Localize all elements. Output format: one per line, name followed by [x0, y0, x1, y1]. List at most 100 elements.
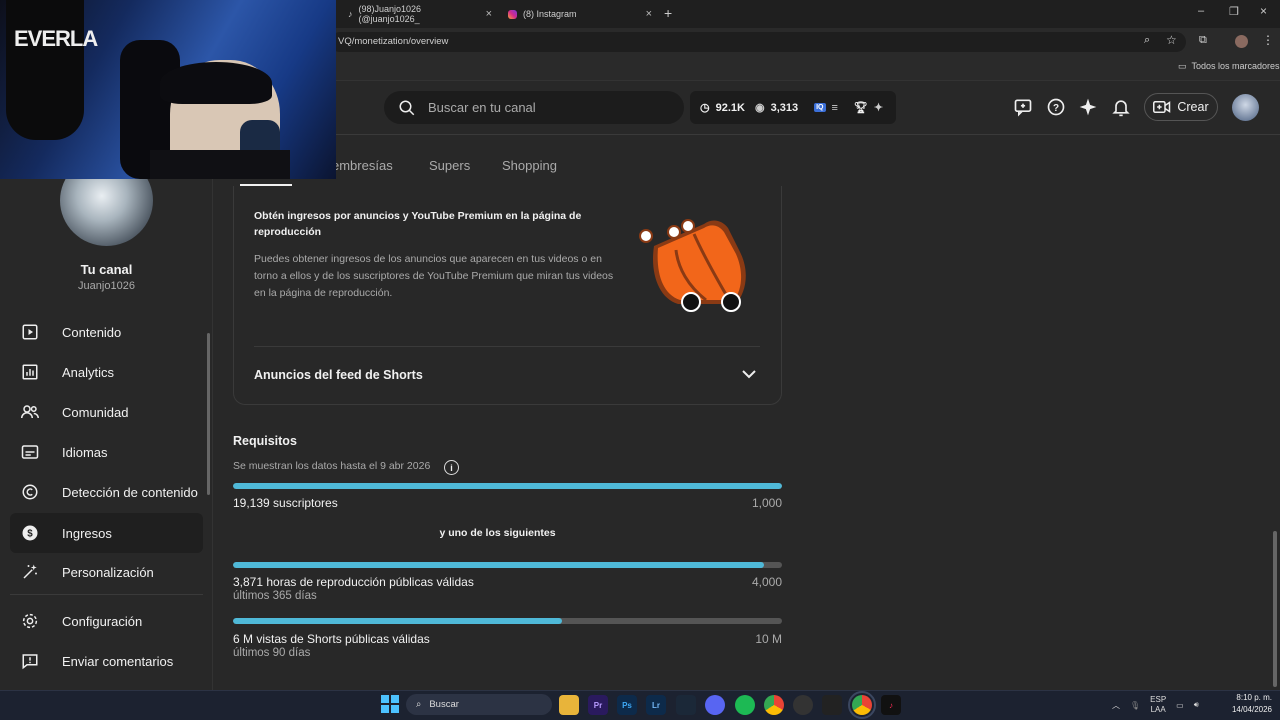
subscribers-label: 19,139 suscriptores	[233, 496, 338, 510]
language-indicator[interactable]: ESP LAA	[1150, 695, 1166, 715]
close-tab-icon[interactable]: ×	[486, 8, 492, 20]
sidebar-item-ingresos[interactable]: $ Ingresos	[10, 513, 203, 553]
obs-icon[interactable]	[793, 695, 813, 715]
copyright-icon	[20, 482, 40, 502]
shorts-views-target: 10 M	[755, 632, 782, 646]
info-icon[interactable]: i	[444, 460, 459, 475]
new-tab-icon[interactable]: +	[664, 5, 672, 21]
sidebar-scrollbar[interactable]	[207, 333, 210, 495]
sidebar-item-label: Enviar comentarios	[62, 653, 174, 669]
requirements-title: Requisitos	[233, 434, 297, 448]
url-field[interactable]: VQ/monetization/overview	[330, 32, 1186, 52]
clock-time: 8:10 p. m.	[1236, 693, 1272, 702]
language-code: ESP	[1150, 695, 1167, 704]
chrome-active-icon[interactable]	[848, 691, 876, 719]
extensions-icon[interactable]: ⧉	[1199, 34, 1207, 47]
sidebar-item-personalizacion[interactable]: Personalización	[10, 552, 203, 592]
add-comment-icon[interactable]	[1012, 96, 1034, 118]
trophy-icon: 🏆︎	[853, 102, 868, 114]
svg-text:$: $	[27, 528, 33, 539]
more-menu-icon[interactable]: ⋮	[1262, 33, 1274, 47]
file-explorer-icon[interactable]	[559, 695, 579, 715]
steam-icon[interactable]	[676, 695, 696, 715]
bookmarks-folder[interactable]: ▭ Todos los marcadores	[1178, 61, 1280, 72]
maximize-icon[interactable]: ❐	[1229, 5, 1239, 18]
chrome-icon[interactable]	[764, 695, 784, 715]
sidebar-item-configuracion[interactable]: Configuración	[10, 601, 203, 641]
taskbar-search[interactable]: ⌕ Buscar	[406, 694, 552, 715]
video-add-icon	[1153, 101, 1171, 113]
sidebar-item-idiomas[interactable]: Idiomas	[10, 432, 203, 472]
browser-tab-instagram[interactable]: (8) Instagram ×	[500, 4, 660, 24]
tiktok-icon: ♪	[348, 9, 353, 19]
dollar-icon: $	[20, 523, 40, 543]
sidebar-divider	[10, 594, 203, 595]
microphone-icon[interactable]: 🎙︎	[1130, 701, 1140, 710]
watch-hours-label: 3,871 horas de reproducción públicas vál…	[233, 575, 474, 589]
account-avatar[interactable]	[1232, 94, 1259, 121]
system-tray: ︿ 🎙︎ ESP LAA ▭ 🔊︎	[1112, 692, 1199, 718]
premiere-icon[interactable]: Pr	[588, 695, 608, 715]
card-title: Obtén ingresos por anuncios y YouTube Pr…	[254, 210, 582, 238]
photoshop-icon[interactable]: Ps	[617, 695, 637, 715]
close-window-icon[interactable]: ×	[1260, 4, 1267, 18]
clock[interactable]: 8:10 p. m. 14/04/2026	[1222, 692, 1272, 716]
app-icon[interactable]	[822, 695, 842, 715]
bookmarks-folder-label: Todos los marcadores	[1191, 61, 1280, 71]
sidebar-item-comunidad[interactable]: Comunidad	[10, 392, 203, 432]
magic-wand-icon	[20, 562, 40, 582]
taskbar	[0, 690, 1280, 720]
search-input[interactable]: Buscar en tu canal	[384, 91, 684, 124]
instagram-icon	[508, 9, 517, 19]
windows-start-icon[interactable]	[381, 695, 399, 713]
help-icon[interactable]: ?	[1045, 96, 1067, 118]
sidebar-item-deteccion[interactable]: Detección de contenido	[10, 472, 203, 512]
sidebar-item-label: Contenido	[62, 324, 122, 340]
subtitles-icon	[20, 442, 40, 462]
shorts-views-progress-bar	[233, 618, 782, 624]
zoom-icon[interactable]: ⌕	[1144, 34, 1150, 47]
channel-title: Tu canal	[80, 262, 133, 277]
tab-membresias[interactable]: embresías	[332, 158, 393, 173]
sidebar-item-contenido[interactable]: Contenido	[10, 312, 203, 352]
tab-title: (8) Instagram	[523, 9, 577, 19]
webcam-overlay: EVERLA	[0, 0, 336, 179]
tiktok-icon[interactable]: ♪	[881, 695, 901, 715]
stats-widget[interactable]: ◷ 92.1K ◉ 3,313 IQ ≡ 🏆︎ ✦	[690, 91, 896, 124]
chevron-down-icon[interactable]	[742, 368, 756, 382]
browser-tab-tiktok[interactable]: ♪ (98)Juanjo1026 (@juanjo1026_ ×	[340, 4, 500, 24]
sparkle-icon[interactable]	[1077, 96, 1099, 118]
shorts-section-header[interactable]: Anuncios del feed de Shorts	[254, 368, 423, 382]
sidebar-item-label: Ingresos	[62, 525, 112, 541]
subscribers-target: 1,000	[751, 496, 782, 510]
close-tab-icon[interactable]: ×	[646, 8, 652, 20]
requirements-note: Se muestran los datos hasta el 9 abr 202…	[233, 460, 431, 472]
watch-time-value: 92.1K	[715, 101, 745, 114]
profile-icon[interactable]	[1235, 35, 1248, 48]
tab-supers[interactable]: Supers	[429, 158, 470, 173]
taskbar-search-label: Buscar	[429, 699, 459, 710]
page-scrollbar[interactable]	[1273, 531, 1277, 687]
bell-icon[interactable]	[1110, 96, 1132, 118]
create-button[interactable]: Crear	[1144, 93, 1218, 121]
search-icon	[399, 100, 415, 115]
sidebar-item-label: Personalización	[62, 564, 154, 580]
sidebar-item-label: Analytics	[62, 364, 115, 380]
lightroom-icon[interactable]: Lr	[646, 695, 666, 715]
volume-icon[interactable]: 🔊︎	[1194, 700, 1199, 710]
discord-icon[interactable]	[705, 695, 725, 715]
bookmark-star-icon[interactable]: ☆	[1166, 33, 1177, 47]
channel-handle: Juanjo1026	[78, 280, 135, 292]
display-icon[interactable]: ▭	[1176, 701, 1184, 710]
clock-icon: ◷	[700, 102, 710, 114]
sidebar-item-analytics[interactable]: Analytics	[10, 352, 203, 392]
sidebar-item-enviar-comentarios[interactable]: Enviar comentarios	[10, 641, 203, 681]
chevron-up-icon[interactable]: ︿	[1112, 700, 1120, 711]
watch-hours-period: últimos 365 días	[233, 590, 317, 602]
tab-shopping[interactable]: Shopping	[502, 158, 557, 173]
shorts-views-period: últimos 90 días	[233, 647, 311, 659]
create-label: Crear	[1177, 100, 1209, 114]
search-placeholder: Buscar en tu canal	[428, 100, 536, 115]
minimize-icon[interactable]: –	[1198, 5, 1204, 17]
spotify-icon[interactable]	[735, 695, 755, 715]
